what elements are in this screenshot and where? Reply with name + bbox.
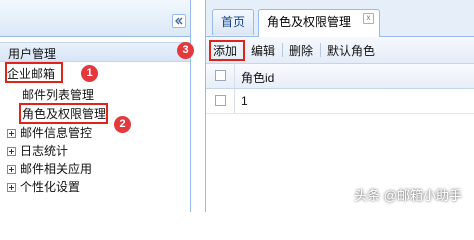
tree-group-personalization[interactable]: 个性化设置 [7, 178, 80, 196]
grid-header-row: 角色id [206, 64, 474, 89]
expand-plus-icon[interactable] [7, 165, 16, 175]
tab-label: 首页 [220, 15, 245, 29]
annotation-box-1 [5, 62, 63, 83]
watermark-text: 头条 @邮箱小助手 [354, 188, 462, 203]
toolbar-divider [320, 43, 321, 57]
row-checkbox[interactable] [215, 95, 226, 106]
annotation-badge-1: 1 [81, 65, 98, 82]
left-panel-header [0, 0, 190, 37]
edit-button[interactable]: 编辑 [251, 42, 275, 59]
column-divider [234, 64, 235, 88]
delete-button[interactable]: 删除 [289, 42, 313, 59]
toolbar: 添加 编辑 删除 默认角色 [206, 37, 474, 64]
expand-plus-icon[interactable] [7, 183, 16, 193]
user-management-section[interactable]: 用户管理 [0, 42, 190, 62]
annotation-badge-2: 2 [114, 116, 131, 133]
column-header-role-id[interactable]: 角色id [241, 69, 274, 86]
tree-group-log-statistics[interactable]: 日志统计 [7, 142, 68, 160]
section-title: 用户管理 [8, 47, 57, 61]
tree-group-mail-apps[interactable]: 邮件相关应用 [7, 160, 92, 178]
toolbar-divider [282, 43, 283, 57]
close-icon[interactable]: x [363, 13, 374, 24]
tab-label: 角色及权限管理 [267, 15, 352, 29]
tree-item-label: 邮件列表管理 [22, 88, 95, 102]
expand-plus-icon[interactable] [7, 147, 16, 157]
annotation-box-3 [209, 40, 245, 61]
double-chevron-left-icon [175, 17, 183, 25]
tree-item-label: 日志统计 [20, 144, 69, 158]
table-row[interactable]: 1 [206, 89, 474, 114]
expand-plus-icon[interactable] [7, 129, 16, 139]
tab-home[interactable]: 首页 [212, 9, 254, 35]
cell-role-id: 1 [241, 94, 248, 108]
column-divider [234, 89, 235, 113]
tree-item-label: 邮件相关应用 [20, 162, 93, 176]
select-all-checkbox[interactable] [215, 70, 226, 81]
tree-item-label: 邮件信息管控 [20, 126, 93, 140]
tree-item-mail-list-management[interactable]: 邮件列表管理 [22, 86, 94, 104]
tab-role-permission-management[interactable]: 角色及权限管理 x [258, 9, 380, 37]
tree-item-label: 个性化设置 [20, 180, 81, 194]
content-panel: 首页 角色及权限管理 x 添加 编辑 删除 默认角色 角色id 1 [205, 0, 474, 212]
default-role-button[interactable]: 默认角色 [327, 42, 375, 59]
left-navigation-panel: 用户管理 企业邮箱 邮件列表管理 角色及权限管理 邮件信息管控 日志统计 邮件相… [0, 0, 194, 212]
tab-bar: 首页 角色及权限管理 x [206, 0, 474, 37]
tree-group-mail-info-control[interactable]: 邮件信息管控 [7, 124, 92, 142]
annotation-badge-3: 3 [177, 42, 194, 59]
collapse-panel-button[interactable] [172, 14, 186, 28]
annotation-box-2 [19, 103, 108, 124]
